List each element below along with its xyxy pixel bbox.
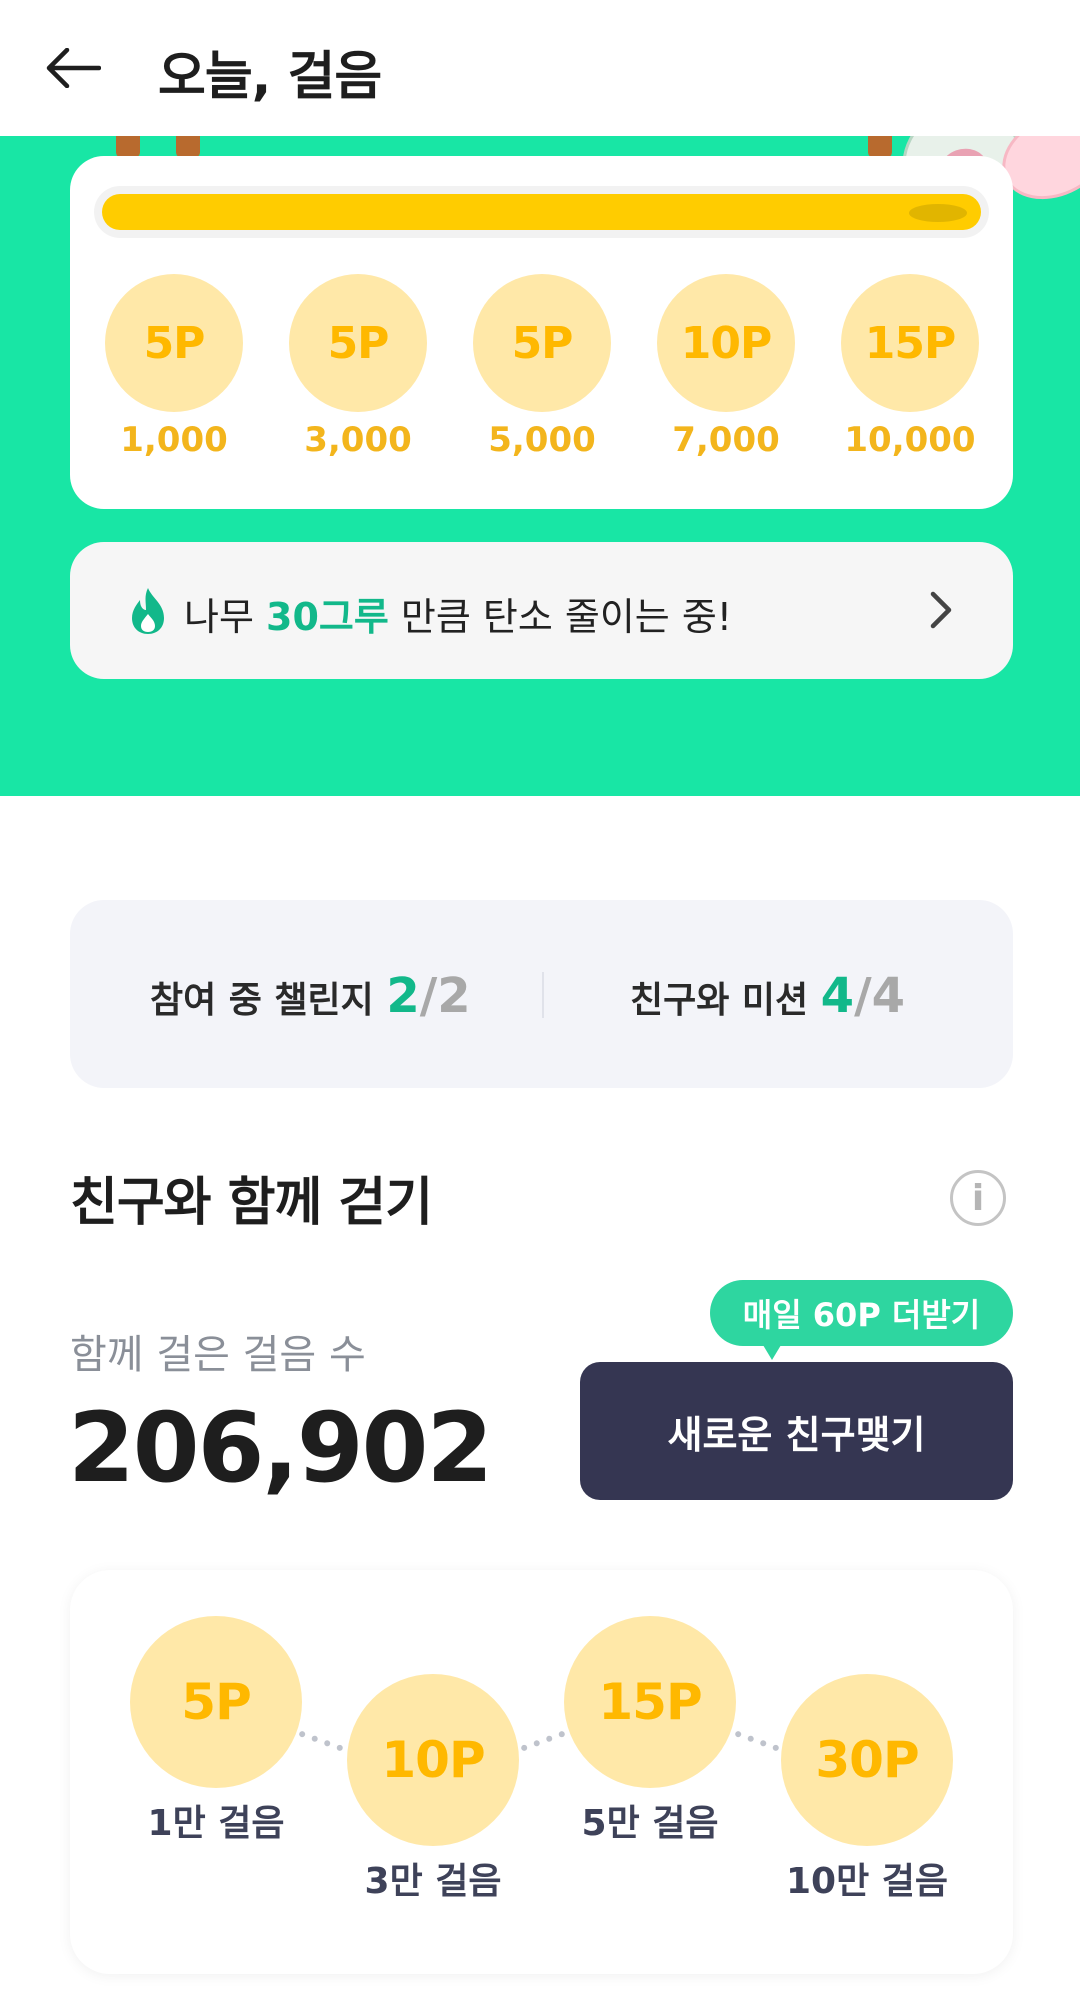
friend-reward-item: 15P 5만 걸음 [550, 1616, 750, 1846]
carbon-prefix: 나무 [184, 595, 266, 639]
friend-reward-item: 5P 1만 걸음 [116, 1616, 316, 1846]
mission-current: 4 [820, 968, 855, 1024]
together-steps-value: 206,902 [68, 1392, 493, 1504]
reward-steps-label: 3만 걸음 [364, 1861, 502, 1902]
badge-tail [760, 1340, 784, 1360]
challenge-current: 2 [386, 968, 420, 1024]
challenge-label: 참여 중 챌린지 [150, 980, 387, 1021]
hero-banner: 5P 1,000 5P 3,000 5P 5,000 10P 7,000 15P 10,000 나… [0, 136, 1080, 796]
challenge-separator: / [419, 968, 438, 1024]
top-app-bar: 오늘, 걸음 [0, 0, 1080, 136]
milestone-steps-label: 5,000 [488, 420, 596, 460]
reward-steps-label: 5만 걸음 [581, 1803, 719, 1844]
carbon-saving-banner[interactable]: 나무 30그루 만큼 탄소 줄이는 중! [70, 542, 1013, 679]
info-icon: i [971, 1177, 985, 1219]
participation-stats: 참여 중 챌린지 2/2 친구와 미션 4/4 [70, 900, 1013, 1088]
point-coin-badge: 5P [473, 274, 611, 412]
step-progress-fill [102, 194, 981, 230]
divider [542, 972, 544, 1018]
section-title: 친구와 함께 걷기 [70, 1173, 433, 1233]
reward-steps-label: 1만 걸음 [147, 1803, 285, 1844]
point-coin-badge: 10P [347, 1674, 519, 1846]
point-coin-badge: 30P [781, 1674, 953, 1846]
point-coin-badge: 15P [841, 274, 979, 412]
chevron-right-icon [930, 591, 952, 629]
milestone-item: 5P 5,000 [452, 274, 632, 460]
milestone-item: 5P 3,000 [268, 274, 448, 460]
mission-total: 4 [871, 968, 906, 1024]
milestone-steps-label: 1,000 [120, 420, 228, 460]
new-friend-button[interactable]: 새로운 친구맺기 [580, 1362, 1013, 1500]
daily-bonus-badge: 매일 60P 더받기 [710, 1280, 1013, 1346]
info-button[interactable]: i [950, 1170, 1006, 1226]
point-coin-badge: 10P [657, 274, 795, 412]
mission-separator: / [854, 968, 872, 1024]
character-leg-decoration [868, 136, 892, 158]
milestone-item: 5P 1,000 [84, 274, 264, 460]
tree-count: 30그루 [266, 595, 389, 639]
character-leg-decoration [116, 136, 140, 158]
back-arrow-icon [46, 48, 101, 88]
mission-stat[interactable]: 친구와 미션 4/4 [630, 968, 905, 1024]
reward-steps-label: 10만 걸음 [786, 1861, 948, 1902]
friend-reward-card: 5P 1만 걸음 10P 3만 걸음 15P 5만 걸음 30P 10만 걸음 [70, 1570, 1013, 1974]
milestone-steps-label: 7,000 [672, 420, 780, 460]
point-coin-badge: 5P [105, 274, 243, 412]
page-title: 오늘, 걸음 [158, 47, 382, 107]
milestone-item: 15P 10,000 [820, 274, 1000, 460]
challenge-stat[interactable]: 참여 중 챌린지 2/2 [150, 968, 471, 1024]
point-coin-badge: 5P [289, 274, 427, 412]
milestone-steps-label: 3,000 [304, 420, 412, 460]
daily-step-reward-card: 5P 1,000 5P 3,000 5P 5,000 10P 7,000 15P 10,000 [70, 156, 1013, 509]
friend-reward-item: 10P 3만 걸음 [333, 1674, 533, 1904]
character-leg-decoration [176, 136, 200, 158]
point-coin-badge: 15P [564, 1616, 736, 1788]
milestone-item: 10P 7,000 [636, 274, 816, 460]
friend-reward-item: 30P 10만 걸음 [767, 1674, 967, 1904]
fire-icon [132, 588, 164, 634]
carbon-suffix: 만큼 탄소 줄이는 중! [388, 595, 733, 639]
mission-label: 친구와 미션 [630, 980, 821, 1021]
point-coin-badge: 5P [130, 1616, 302, 1788]
step-progress-bar [94, 186, 989, 238]
carbon-saving-text: 나무 30그루 만큼 탄소 줄이는 중! [184, 586, 732, 641]
progress-knob [909, 204, 967, 222]
milestone-steps-label: 10,000 [844, 420, 976, 460]
together-steps-label: 함께 걸은 걸음 수 [70, 1332, 366, 1378]
back-button[interactable] [40, 38, 106, 98]
challenge-total: 2 [437, 968, 471, 1024]
